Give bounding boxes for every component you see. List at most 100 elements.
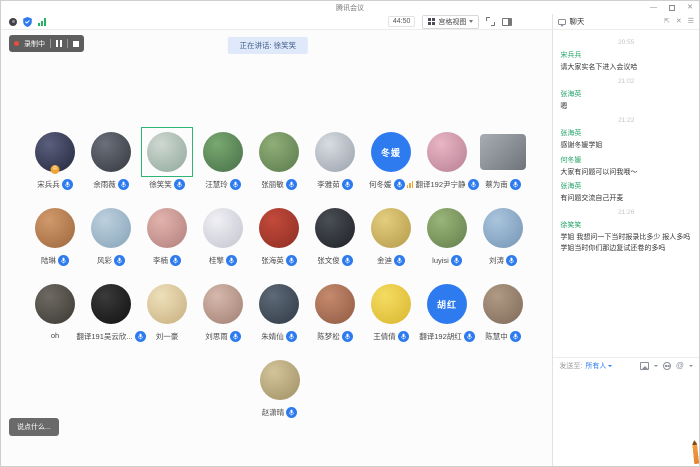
participant-grid: ♔ 宋兵兵 余雨薇 徐笑笑汪慧玲张丽敏李雅茹 冬媛何冬媛翻译192尹宁静蔡为南陆琳风彩 李… (27, 127, 532, 418)
avatar (147, 132, 187, 172)
participant-tile[interactable]: luyisi (419, 203, 475, 266)
participant-name-row: 何冬媛 (369, 179, 413, 190)
participant-tile[interactable]: 桂擎 (195, 203, 251, 266)
avatar-frame (197, 203, 249, 253)
participant-tile[interactable]: 金迪 (363, 203, 419, 266)
participant-tile[interactable]: 刘一豪 (139, 279, 195, 342)
mic-icon (510, 179, 521, 190)
participant-tile[interactable]: 翻译191吴云欣... (83, 279, 139, 342)
maximize-button[interactable] (669, 5, 675, 11)
close-chat-icon[interactable]: ✕ (676, 18, 682, 25)
participant-tile[interactable]: 陈慧中 (475, 279, 531, 342)
pause-recording-button[interactable] (56, 40, 62, 47)
participant-tile[interactable]: 李雅茹 (307, 127, 363, 190)
participant-tile[interactable]: 王倩倩 (363, 279, 419, 342)
send-to-label: 发送至: (559, 361, 582, 371)
fullscreen-icon[interactable] (486, 17, 495, 26)
host-badge: ♔ (51, 165, 60, 174)
mic-icon (342, 255, 353, 266)
video-grid-stage: 录制中 正在讲话: 徐笑笑 ♔宋兵兵余雨薇徐笑笑汪慧玲张丽敏李雅茹冬媛何冬媛翻译… (1, 30, 552, 466)
popout-chat-icon[interactable]: ⇱ (664, 18, 670, 25)
participant-name: 刘思雨 (205, 331, 228, 342)
participant-tile[interactable]: 刘涛 (475, 203, 531, 266)
side-panel-toggle-icon[interactable] (502, 18, 512, 26)
participant-name-row: 徐笑笑 (149, 179, 185, 190)
participant-tile[interactable]: 胡红翻译192胡红 (419, 279, 475, 342)
participant-tile[interactable]: 风彩 (83, 203, 139, 266)
stop-recording-button[interactable] (73, 41, 79, 47)
participant-name-row: 李雅茹 (317, 179, 353, 190)
participant-name-row: 余雨薇 (93, 179, 129, 190)
participant-name: 李雅茹 (317, 179, 340, 190)
chat-header: 聊天 ⇱ ✕ ☰ (553, 14, 699, 30)
participant-tile[interactable]: 赵潇晴 (252, 355, 308, 418)
record-dot-icon (14, 41, 19, 46)
avatar (35, 284, 75, 324)
chat-footer: 发送至: 所有人 @ (553, 357, 699, 374)
participant-name: 风彩 (97, 255, 112, 266)
avatar: 胡红 (427, 284, 467, 324)
participant-tile[interactable]: 张文俊 (307, 203, 363, 266)
avatar (483, 208, 523, 248)
avatar-frame (85, 203, 137, 253)
participant-name: 陈慧中 (485, 331, 508, 342)
chat-message-text: 嗯 (560, 101, 692, 112)
quick-chat-pill[interactable]: 说点什么... (9, 418, 59, 436)
avatar-frame (421, 203, 473, 253)
chat-message-text: 感谢冬媛学姐 (560, 140, 692, 151)
participant-tile[interactable]: 蔡为南 (475, 127, 531, 190)
participant-tile[interactable]: 徐笑笑 (139, 127, 195, 190)
participant-name: 王倩倩 (373, 331, 396, 342)
participant-name-row: 陈梦松 (317, 331, 353, 342)
chat-input[interactable] (553, 374, 699, 466)
participant-tile[interactable]: 陆琳 (27, 203, 83, 266)
participant-tile[interactable]: 汪慧玲 (195, 127, 251, 190)
chat-message-text: 有问题交流自己开麦 (560, 193, 692, 204)
speaking-highlight-frame (141, 127, 193, 177)
status-icon[interactable] (9, 18, 17, 26)
participant-tile[interactable]: 李楠 (139, 203, 195, 266)
mention-icon[interactable]: @ (676, 362, 684, 370)
minimize-button[interactable]: — (650, 4, 657, 11)
participant-tile[interactable]: oh (27, 279, 83, 342)
participant-name-row: 李楠 (153, 255, 181, 266)
participant-tile[interactable]: 陈梦松 (307, 279, 363, 342)
participant-name-row: 翻译191吴云欣... (76, 331, 145, 342)
security-shield-icon[interactable] (23, 17, 32, 27)
participant-tile[interactable]: 刘思雨 (195, 279, 251, 342)
participant-row: 赵潇晴 (27, 355, 532, 418)
title-bar: 腾讯会议 — ✕ (1, 1, 699, 14)
participant-tile[interactable]: 张海英 (251, 203, 307, 266)
chat-sender-name: 张海英 (560, 128, 692, 138)
participant-row: 陆琳风彩 李楠 桂擎张海英张文俊金迪 luyisi 刘涛 (27, 203, 532, 266)
chat-message-list[interactable]: 20:55宋兵兵请大家实名下进入会议哈21:02张海英嗯21:22张海英感谢冬媛… (553, 30, 699, 357)
layout-view-button[interactable]: 宫格视图 (422, 15, 479, 29)
avatar (259, 132, 299, 172)
image-icon[interactable] (640, 362, 649, 370)
participant-name: 翻译192尹宁静 (416, 179, 466, 190)
close-button[interactable]: ✕ (687, 4, 693, 11)
chevron-down-icon (654, 365, 658, 367)
network-signal-icon[interactable] (38, 18, 46, 26)
participant-tile[interactable]: 冬媛何冬媛 (363, 127, 419, 190)
participant-name-row: oh (51, 331, 59, 340)
participant-name-row: 朱婧仙 (261, 331, 297, 342)
avatar (91, 208, 131, 248)
participant-row: oh 翻译191吴云欣...刘一豪刘思雨 朱婧仙 陈梦松 王倩倩 胡红翻译192胡红陈慧中 (27, 279, 532, 342)
participant-name-row: 宋兵兵 (37, 179, 73, 190)
panel-menu-icon[interactable]: ☰ (688, 18, 694, 25)
avatar (315, 208, 355, 248)
avatar-frame (477, 203, 529, 253)
participant-tile[interactable]: 余雨薇 (83, 127, 139, 190)
chat-sender-name: 张海英 (560, 89, 692, 99)
participant-tile[interactable]: 朱婧仙 (251, 279, 307, 342)
participant-tile[interactable]: 张丽敏 (251, 127, 307, 190)
participant-name: 刘涛 (489, 255, 504, 266)
avatar (203, 208, 243, 248)
participant-tile[interactable]: 翻译192尹宁静 (419, 127, 475, 190)
emoji-icon[interactable] (663, 362, 671, 370)
send-to-dropdown[interactable]: 所有人 (585, 361, 612, 371)
participant-tile[interactable]: ♔ 宋兵兵 (27, 127, 83, 190)
mic-icon (286, 179, 297, 190)
participant-name-row: 金迪 (377, 255, 405, 266)
